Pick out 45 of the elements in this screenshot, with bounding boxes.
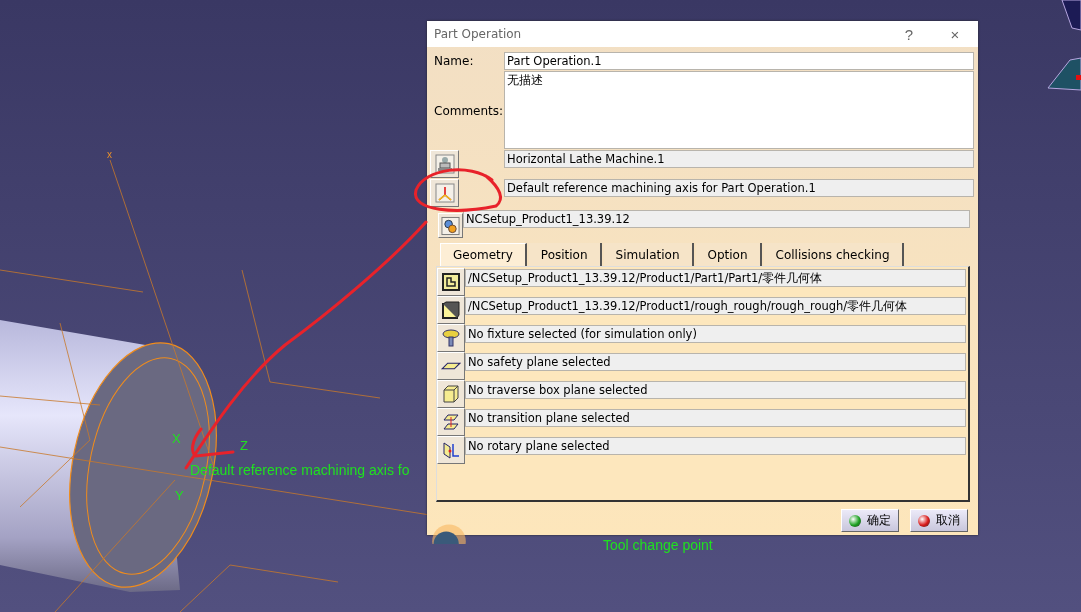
comments-field[interactable]: 无描述 bbox=[504, 71, 974, 149]
status-dot-icon bbox=[849, 514, 861, 527]
axis-label: Z bbox=[240, 438, 248, 453]
tab[interactable]: Position bbox=[528, 243, 602, 266]
geometry-field: No rotary plane selected bbox=[465, 437, 966, 455]
geometry-button[interactable] bbox=[437, 352, 465, 380]
tab[interactable]: Collisions checking bbox=[763, 243, 904, 266]
setup-button[interactable] bbox=[438, 213, 463, 238]
help-button[interactable]: ? bbox=[886, 21, 932, 47]
geometry-button[interactable] bbox=[437, 296, 465, 324]
geometry-button[interactable] bbox=[437, 324, 465, 352]
close-button[interactable]: × bbox=[932, 21, 978, 47]
axis-label: Y bbox=[175, 488, 184, 503]
name-field[interactable]: Part Operation.1 bbox=[504, 52, 974, 70]
geometry-field: No traverse box plane selected bbox=[465, 381, 966, 399]
axis-button[interactable] bbox=[430, 179, 459, 207]
machine-field: Horizontal Lathe Machine.1 bbox=[504, 150, 974, 168]
ok-button[interactable]: 确定 bbox=[841, 509, 899, 532]
field-label: Comments: bbox=[433, 103, 504, 118]
geometry-field: /NCSetup_Product1_13.39.12/Product1/rough_rough/rough_rough/零件几何体 bbox=[465, 297, 966, 315]
geometry-field: No transition plane selected bbox=[465, 409, 966, 427]
plane-icon bbox=[441, 362, 461, 370]
fixture-icon bbox=[441, 328, 461, 348]
status-dot-icon bbox=[918, 514, 930, 527]
geometry-button[interactable] bbox=[437, 268, 465, 296]
axis-field: Default reference machining axis for Part Operation.1 bbox=[504, 179, 974, 197]
tab[interactable]: Simulation bbox=[603, 243, 694, 266]
rotary-plane-icon bbox=[441, 440, 461, 460]
cube-icon bbox=[441, 384, 461, 404]
tab[interactable]: Option bbox=[695, 243, 762, 266]
annotation-label: Tool change point bbox=[603, 537, 713, 553]
part-icon bbox=[441, 272, 461, 292]
axis-label: x bbox=[107, 149, 112, 160]
planes-icon bbox=[441, 412, 461, 432]
axis-icon bbox=[434, 183, 455, 203]
geometry-field: No safety plane selected bbox=[465, 353, 966, 371]
window-title: Part Operation bbox=[434, 27, 523, 41]
axis-label: X bbox=[172, 431, 181, 446]
cancel-button[interactable]: 取消 bbox=[910, 509, 968, 532]
setup-field: NCSetup_Product1_13.39.12 bbox=[463, 210, 970, 228]
field-label: Name: bbox=[433, 53, 475, 68]
tab[interactable]: Geometry bbox=[440, 243, 527, 266]
geometry-field: No fixture selected (for simulation only) bbox=[465, 325, 966, 343]
geometry-field: /NCSetup_Product1_13.39.12/Product1/Part1/Part1/零件几何体 bbox=[465, 269, 966, 287]
box-icon bbox=[441, 300, 461, 320]
